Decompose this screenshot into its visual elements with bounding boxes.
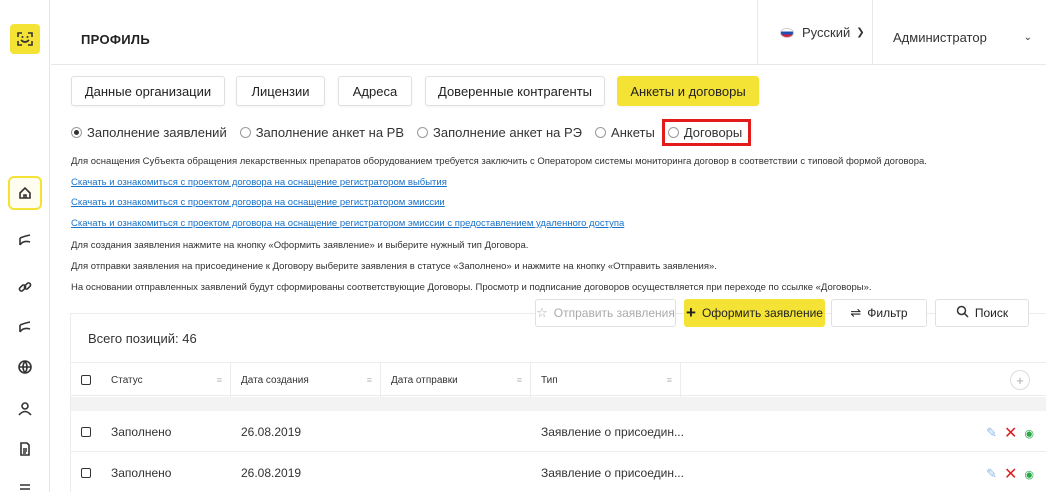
edit-icon[interactable]: ✎: [986, 425, 997, 441]
checkbox-box: [81, 427, 91, 437]
cell-created: 26.08.2019: [241, 425, 302, 439]
checkbox-box: [81, 468, 91, 478]
tab-organization-data[interactable]: Данные организации: [71, 76, 225, 106]
page-title: ПРОФИЛЬ: [81, 32, 150, 47]
column-created[interactable]: Дата создания ≡: [231, 363, 381, 397]
search-icon: [956, 305, 969, 321]
add-column-button[interactable]: +: [1010, 370, 1030, 390]
table-divider: [71, 397, 1046, 411]
create-application-button[interactable]: + Оформить заявление: [684, 299, 825, 327]
globe-icon[interactable]: [8, 350, 42, 384]
column-label: Тип: [541, 374, 558, 386]
search-button[interactable]: Поиск: [935, 299, 1029, 327]
header: ПРОФИЛЬ Русский ❯ Администратор ⌄: [51, 0, 1046, 65]
chevron-down-icon: ❯: [856, 27, 865, 38]
create-label: Оформить заявление: [701, 306, 823, 320]
info-create: Для создания заявления нажмите на кнопку…: [71, 240, 529, 251]
checkbox-box: [81, 375, 91, 385]
eye-icon[interactable]: ◉: [1024, 468, 1034, 481]
edit-icon[interactable]: ✎: [986, 466, 997, 482]
column-status[interactable]: Статус ≡: [101, 363, 231, 397]
radio-forms[interactable]: Анкеты: [595, 125, 655, 140]
cell-status: Заполнено: [111, 425, 172, 439]
filter-button[interactable]: ⇌ Фильтр: [831, 299, 927, 327]
radio-dot: [71, 126, 82, 138]
radio-label: Заполнение анкет на РВ: [255, 124, 405, 140]
user-name: Администратор: [893, 30, 987, 45]
row-checkbox[interactable]: [71, 412, 101, 452]
download-link-disposal[interactable]: Скачать и ознакомиться с проектом догово…: [71, 177, 447, 188]
filter-icon: ⇌: [850, 305, 862, 320]
radio-label: Заполнение анкет на РЭ: [433, 124, 583, 140]
sort-icon: ≡: [366, 375, 372, 385]
tab-trusted-counterparties[interactable]: Доверенные контрагенты: [425, 76, 605, 106]
radio-label: Анкеты: [611, 124, 655, 140]
radio-dot: [667, 126, 679, 138]
row-checkbox[interactable]: [71, 453, 101, 492]
send-applications-button[interactable]: ☆ Отправить заявления: [535, 299, 676, 327]
sidebar: [0, 0, 50, 492]
cell-type: Заявление о присоедин...: [541, 466, 684, 480]
info-intro: Для оснащения Субъекта обращения лекарст…: [71, 156, 927, 167]
column-type[interactable]: Тип ≡: [531, 363, 681, 397]
column-sent[interactable]: Дата отправки ≡: [381, 363, 531, 397]
russia-flag-icon: [780, 27, 794, 38]
chevron-down-icon: ⌄: [1023, 32, 1032, 43]
cell-type: Заявление о присоедин...: [541, 425, 684, 439]
download-link-emission-remote[interactable]: Скачать и ознакомиться с проектом догово…: [71, 218, 624, 229]
tab-addresses[interactable]: Адреса: [338, 76, 412, 106]
radio-fill-applications[interactable]: Заполнение заявлений: [71, 125, 227, 140]
radio-dot: [239, 126, 251, 138]
radio-label: Заполнение заявлений: [87, 124, 227, 140]
row-actions: ✎ ✕ ◉: [986, 425, 1034, 441]
delete-icon[interactable]: ✕: [1004, 466, 1017, 482]
pill-icon[interactable]: [8, 310, 42, 344]
info-send: Для отправки заявления на присоединение …: [71, 261, 717, 272]
link-icon[interactable]: [8, 270, 42, 304]
radio-contracts[interactable]: Договоры: [661, 118, 752, 146]
tab-questionnaires-contracts[interactable]: Анкеты и договоры: [617, 76, 759, 106]
radio-dot: [595, 126, 607, 138]
sort-icon: ≡: [516, 375, 522, 385]
eye-icon[interactable]: ◉: [1024, 427, 1034, 440]
radio-label: Договоры: [683, 124, 743, 140]
home-icon[interactable]: [8, 176, 42, 210]
total-count: Всего позиций: 46: [88, 331, 197, 346]
column-label: Дата создания: [241, 374, 309, 386]
radio-dot: [417, 126, 429, 138]
radio-fill-forms-rv[interactable]: Заполнение анкет на РВ: [239, 124, 405, 140]
column-label: Статус: [111, 374, 143, 386]
sort-icon: ≡: [216, 375, 222, 385]
sort-icon: ≡: [666, 375, 672, 385]
tab-licenses[interactable]: Лицензии: [236, 76, 325, 106]
send-icon: ☆: [536, 305, 548, 320]
filter-label: Фильтр: [867, 306, 908, 320]
radio-fill-forms-re[interactable]: Заполнение анкет на РЭ: [417, 125, 582, 140]
table-header: Статус ≡ Дата создания ≡ Дата отправки ≡ Ти…: [71, 362, 1046, 397]
table-row[interactable]: Заполнено 26.08.2019 Заявление о присоед…: [71, 453, 1046, 492]
pill-icon[interactable]: [8, 223, 42, 257]
column-label: Дата отправки: [391, 374, 458, 386]
search-label: Поиск: [974, 306, 1009, 320]
table-row[interactable]: Заполнено 26.08.2019 Заявление о присоед…: [71, 412, 1046, 452]
cell-status: Заполнено: [111, 466, 172, 480]
send-label: Отправить заявления: [553, 306, 675, 320]
menu-icon[interactable]: [8, 472, 42, 492]
language-selector[interactable]: Русский ❯: [757, 0, 871, 65]
select-all-checkbox[interactable]: [71, 363, 101, 397]
plus-icon: +: [686, 303, 696, 322]
document-icon[interactable]: [8, 432, 42, 466]
user-icon[interactable]: [8, 392, 42, 426]
download-link-emission[interactable]: Скачать и ознакомиться с проектом догово…: [71, 197, 445, 208]
delete-icon[interactable]: ✕: [1004, 425, 1017, 441]
language-label: Русский: [802, 25, 851, 40]
cell-created: 26.08.2019: [241, 466, 302, 480]
row-actions: ✎ ✕ ◉: [986, 466, 1034, 482]
mode-radio-group: Заполнение заявлений Заполнение анкет на…: [71, 118, 758, 146]
user-menu[interactable]: Администратор ⌄: [872, 0, 1046, 65]
logo-icon[interactable]: [10, 24, 40, 54]
info-result: На основании отправленных заявлений буду…: [71, 282, 872, 293]
